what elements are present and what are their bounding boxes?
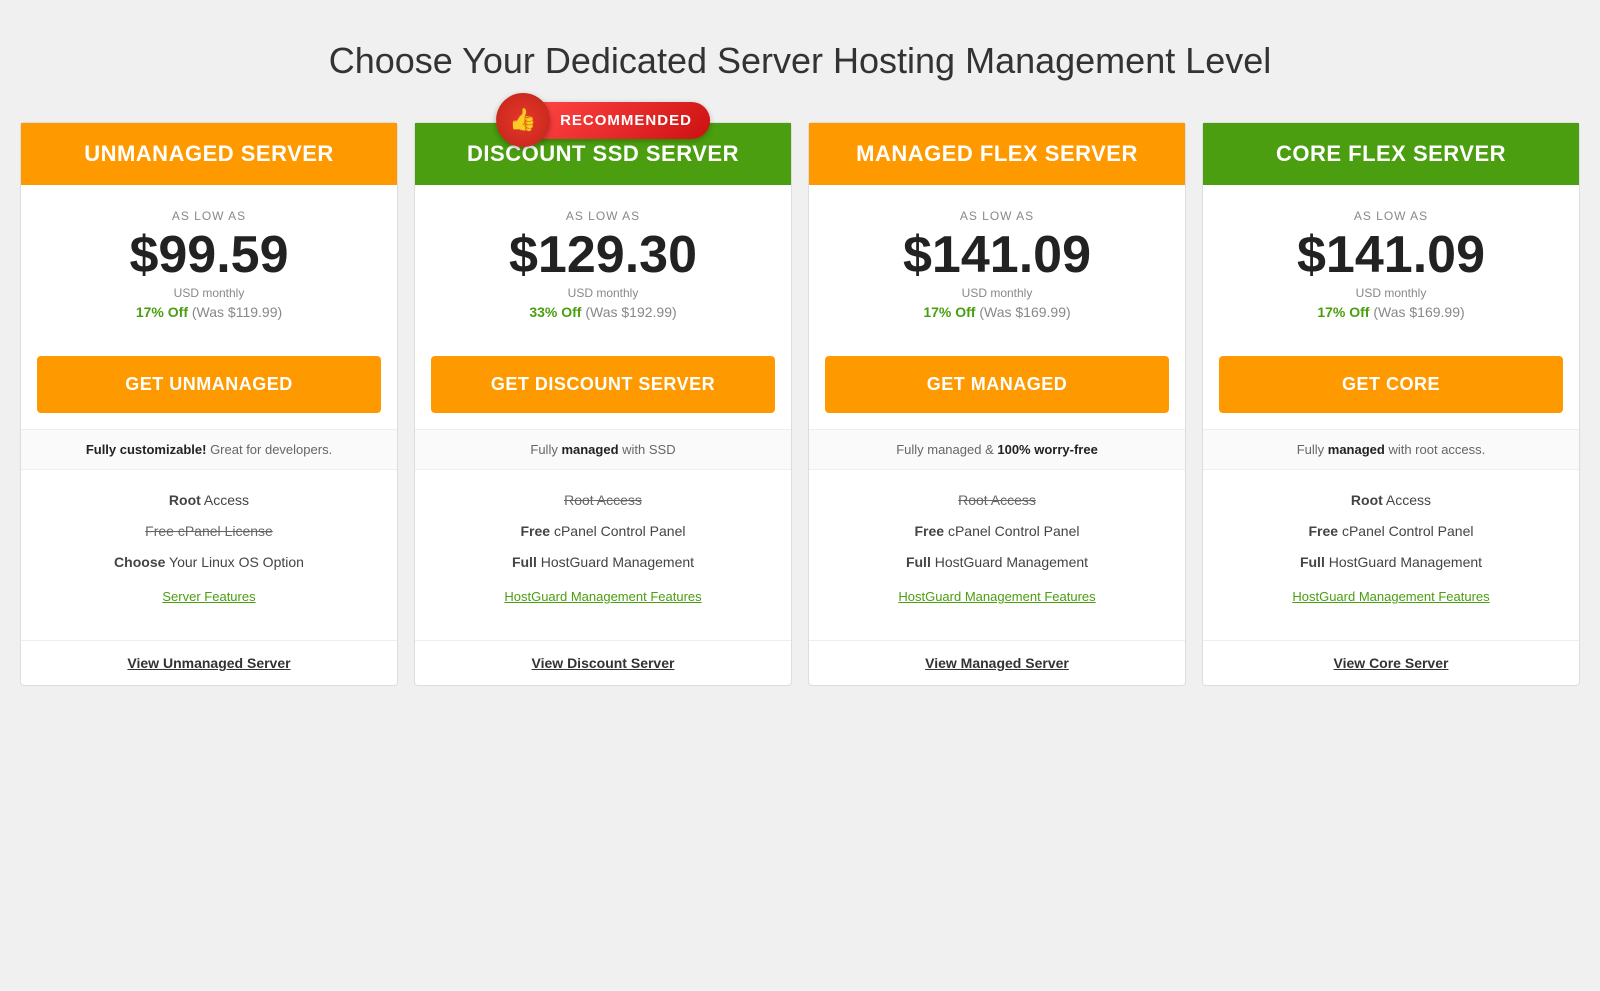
card-features: Root Access Free cPanel Control Panel Fu… <box>1203 469 1579 640</box>
discount-pct: 33% Off <box>529 304 581 320</box>
card-tagline: Fully managed with root access. <box>1203 429 1579 469</box>
card-tagline: Fully customizable! Great for developers… <box>21 429 397 469</box>
feature-item: Full HostGuard Management <box>825 552 1169 573</box>
view-link[interactable]: View Core Server <box>1203 640 1579 685</box>
price-value: $99.59 <box>37 227 381 284</box>
discount-was: (Was $169.99) <box>1373 304 1464 320</box>
card-unmanaged: UNMANAGED SERVER AS LOW AS $99.59 USD mo… <box>20 122 398 686</box>
feature-item: Free cPanel Control Panel <box>1219 521 1563 542</box>
discount-pct: 17% Off <box>923 304 975 320</box>
usd-monthly-label: USD monthly <box>1219 286 1563 300</box>
as-low-as-label: AS LOW AS <box>431 209 775 223</box>
page-title: Choose Your Dedicated Server Hosting Man… <box>20 40 1580 82</box>
feature-link[interactable]: HostGuard Management Features <box>825 589 1169 604</box>
as-low-as-label: AS LOW AS <box>37 209 381 223</box>
card-core-flex: CORE FLEX SERVER AS LOW AS $141.09 USD m… <box>1202 122 1580 686</box>
card-tagline: Fully managed & 100% worry-free <box>809 429 1185 469</box>
card-pricing: AS LOW AS $141.09 USD monthly 17% Off (W… <box>1203 185 1579 340</box>
card-title: UNMANAGED SERVER <box>37 141 381 167</box>
cta-button[interactable]: GET UNMANAGED <box>37 356 381 413</box>
feature-item: Free cPanel License <box>37 521 381 542</box>
card-features: Root Access Free cPanel License Choose Y… <box>21 469 397 640</box>
card-header: CORE FLEX SERVER <box>1203 123 1579 185</box>
card-managed-flex: MANAGED FLEX SERVER AS LOW AS $141.09 US… <box>808 122 1186 686</box>
card-discount-ssd: 👍 RECOMMENDED DISCOUNT SSD SERVER AS LOW… <box>414 122 792 686</box>
discount-info: 17% Off (Was $169.99) <box>1219 304 1563 320</box>
cards-container: UNMANAGED SERVER AS LOW AS $99.59 USD mo… <box>20 122 1580 686</box>
as-low-as-label: AS LOW AS <box>1219 209 1563 223</box>
price-value: $141.09 <box>825 227 1169 284</box>
card-pricing: AS LOW AS $129.30 USD monthly 33% Off (W… <box>415 185 791 340</box>
recommended-badge: 👍 RECOMMENDED <box>496 93 710 147</box>
feature-item: Root Access <box>37 490 381 511</box>
feature-item: Root Access <box>1219 490 1563 511</box>
card-header: UNMANAGED SERVER <box>21 123 397 185</box>
card-tagline: Fully managed with SSD <box>415 429 791 469</box>
feature-link[interactable]: HostGuard Management Features <box>431 589 775 604</box>
discount-info: 17% Off (Was $119.99) <box>37 304 381 320</box>
feature-item: Free cPanel Control Panel <box>825 521 1169 542</box>
feature-link[interactable]: Server Features <box>37 589 381 604</box>
feature-item: Full HostGuard Management <box>1219 552 1563 573</box>
view-link[interactable]: View Unmanaged Server <box>21 640 397 685</box>
discount-was: (Was $169.99) <box>979 304 1070 320</box>
discount-info: 17% Off (Was $169.99) <box>825 304 1169 320</box>
cta-button[interactable]: GET DISCOUNT SERVER <box>431 356 775 413</box>
discount-was: (Was $192.99) <box>585 304 676 320</box>
usd-monthly-label: USD monthly <box>431 286 775 300</box>
price-value: $129.30 <box>431 227 775 284</box>
card-title: MANAGED FLEX SERVER <box>825 141 1169 167</box>
feature-item: Choose Your Linux OS Option <box>37 552 381 573</box>
discount-was: (Was $119.99) <box>192 304 282 320</box>
card-title: CORE FLEX SERVER <box>1219 141 1563 167</box>
discount-info: 33% Off (Was $192.99) <box>431 304 775 320</box>
view-link[interactable]: View Discount Server <box>415 640 791 685</box>
as-low-as-label: AS LOW AS <box>825 209 1169 223</box>
feature-item: Free cPanel Control Panel <box>431 521 775 542</box>
cta-button[interactable]: GET CORE <box>1219 356 1563 413</box>
discount-pct: 17% Off <box>136 304 188 320</box>
usd-monthly-label: USD monthly <box>825 286 1169 300</box>
card-header: MANAGED FLEX SERVER <box>809 123 1185 185</box>
thumbs-up-icon: 👍 <box>496 93 550 147</box>
feature-item: Full HostGuard Management <box>431 552 775 573</box>
cta-button[interactable]: GET MANAGED <box>825 356 1169 413</box>
card-pricing: AS LOW AS $141.09 USD monthly 17% Off (W… <box>809 185 1185 340</box>
card-features: Root Access Free cPanel Control Panel Fu… <box>415 469 791 640</box>
price-value: $141.09 <box>1219 227 1563 284</box>
usd-monthly-label: USD monthly <box>37 286 381 300</box>
feature-item: Root Access <box>431 490 775 511</box>
feature-item: Root Access <box>825 490 1169 511</box>
view-link[interactable]: View Managed Server <box>809 640 1185 685</box>
card-features: Root Access Free cPanel Control Panel Fu… <box>809 469 1185 640</box>
card-pricing: AS LOW AS $99.59 USD monthly 17% Off (Wa… <box>21 185 397 340</box>
recommended-label: RECOMMENDED <box>538 102 710 139</box>
discount-pct: 17% Off <box>1317 304 1369 320</box>
feature-link[interactable]: HostGuard Management Features <box>1219 589 1563 604</box>
